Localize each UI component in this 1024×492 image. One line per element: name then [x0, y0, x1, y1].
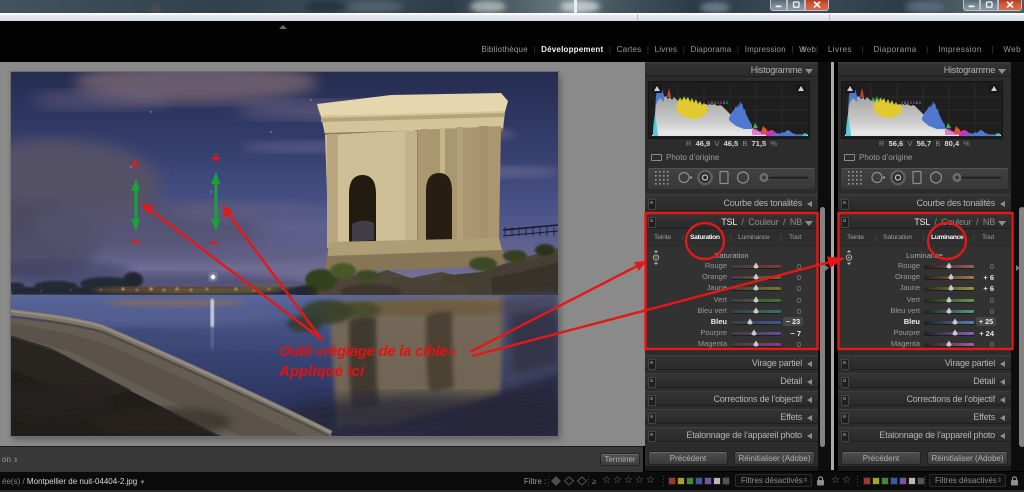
svg-text:Outil «règlage de la cible»: Outil «règlage de la cible»: [279, 343, 456, 360]
svg-text:Appliqué ici: Appliqué ici: [278, 363, 365, 380]
